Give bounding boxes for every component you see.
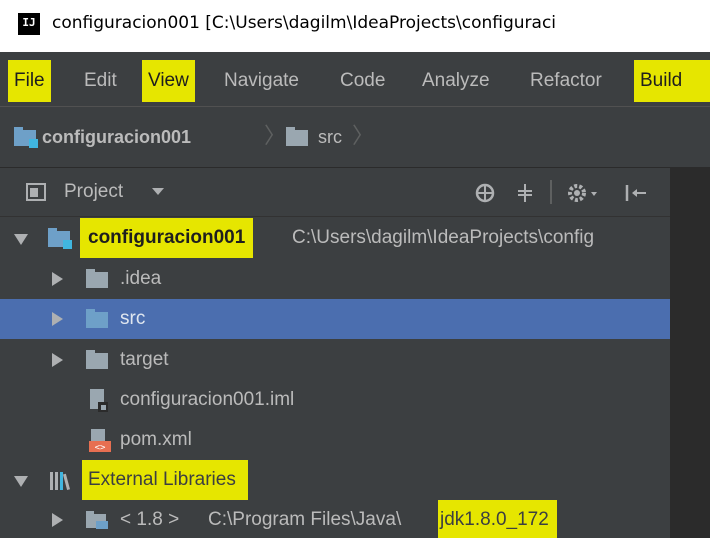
jdk-path: C:\Program Files\Java\ bbox=[208, 509, 402, 530]
breadcrumb: configuracion001 〉 src 〉 bbox=[0, 107, 710, 168]
jdk-name: jdk1.8.0_172 bbox=[438, 500, 557, 538]
tree-item-src[interactable]: src bbox=[0, 299, 670, 339]
expand-arrow-icon[interactable] bbox=[52, 312, 63, 326]
tree-item-target[interactable]: target bbox=[0, 340, 670, 380]
chevron-right-icon: 〉 bbox=[264, 124, 287, 149]
folder-icon bbox=[86, 350, 108, 369]
menu-bar: File Edit View Navigate Code Analyze Ref… bbox=[0, 52, 710, 107]
folder-icon bbox=[86, 269, 108, 288]
tree-item-pom[interactable]: <> pom.xml bbox=[0, 420, 670, 460]
menu-navigate[interactable]: Navigate bbox=[224, 60, 299, 102]
collapse-arrow-icon[interactable] bbox=[14, 234, 28, 245]
module-file-icon bbox=[90, 389, 108, 412]
toolbar-divider bbox=[550, 180, 552, 204]
project-view-icon bbox=[26, 183, 46, 201]
menu-edit[interactable]: Edit bbox=[84, 60, 117, 102]
expand-arrow-icon[interactable] bbox=[52, 353, 63, 367]
ide-window: File Edit View Navigate Code Analyze Ref… bbox=[0, 52, 710, 538]
source-folder-icon bbox=[86, 309, 108, 328]
chevron-right-icon: 〉 bbox=[352, 124, 375, 149]
tree-item-project-root[interactable]: configuracion001 C:\Users\dagilm\IdeaPro… bbox=[0, 218, 670, 258]
svg-text:<>: <> bbox=[95, 443, 106, 453]
jdk-version: < 1.8 > bbox=[120, 509, 180, 530]
tree-item-jdk[interactable]: < 1.8 > C:\Program Files\Java\ jdk1.8.0_… bbox=[0, 500, 670, 538]
menu-analyze[interactable]: Analyze bbox=[422, 60, 490, 102]
window-title: configuracion001 [C:\Users\dagilm\IdeaPr… bbox=[52, 13, 557, 33]
collapse-all-icon[interactable] bbox=[514, 182, 536, 204]
menu-code[interactable]: Code bbox=[340, 60, 385, 102]
tree-item-external-libraries[interactable]: External Libraries bbox=[0, 460, 670, 500]
project-panel-header: Project bbox=[0, 168, 670, 217]
expand-arrow-icon[interactable] bbox=[52, 513, 63, 527]
hide-panel-icon[interactable] bbox=[624, 182, 650, 204]
folder-icon bbox=[286, 127, 308, 146]
collapse-arrow-icon[interactable] bbox=[14, 476, 28, 487]
editor-area[interactable] bbox=[670, 168, 710, 538]
project-panel-title[interactable]: Project bbox=[64, 168, 123, 216]
xml-file-icon: <> bbox=[89, 429, 111, 453]
menu-build[interactable]: Build bbox=[634, 60, 710, 102]
breadcrumb-src[interactable]: src bbox=[318, 107, 342, 167]
intellij-app-icon: IJ bbox=[18, 13, 40, 35]
target-icon[interactable] bbox=[474, 182, 496, 204]
dropdown-arrow-icon[interactable] bbox=[152, 188, 164, 195]
gear-icon[interactable] bbox=[566, 181, 600, 205]
tree-label: target bbox=[120, 349, 169, 370]
tree-label: configuracion001.iml bbox=[120, 389, 295, 410]
module-folder-icon bbox=[14, 127, 38, 148]
tree-item-idea[interactable]: .idea bbox=[0, 259, 670, 299]
module-folder-icon bbox=[48, 228, 72, 249]
menu-file[interactable]: File bbox=[8, 60, 51, 102]
project-root-name: configuracion001 bbox=[80, 218, 254, 258]
expand-arrow-icon[interactable] bbox=[52, 272, 63, 286]
tree-item-iml[interactable]: configuracion001.iml bbox=[0, 380, 670, 420]
project-root-path: C:\Users\dagilm\IdeaProjects\config bbox=[292, 227, 595, 248]
tree-label: External Libraries bbox=[82, 460, 248, 500]
library-icon bbox=[50, 472, 71, 490]
tree-label: pom.xml bbox=[120, 429, 192, 450]
jdk-folder-icon bbox=[86, 511, 108, 529]
window-title-bar: IJ configuracion001 [C:\Users\dagilm\Ide… bbox=[0, 0, 710, 52]
project-tool-window: Project configuracion001 C:\Users\dagilm… bbox=[0, 168, 670, 538]
breadcrumb-project[interactable]: configuracion001 bbox=[42, 107, 191, 167]
menu-refactor[interactable]: Refactor bbox=[530, 60, 602, 102]
tree-label: .idea bbox=[120, 268, 162, 289]
tree-label: src bbox=[120, 308, 146, 329]
menu-view[interactable]: View bbox=[142, 60, 195, 102]
